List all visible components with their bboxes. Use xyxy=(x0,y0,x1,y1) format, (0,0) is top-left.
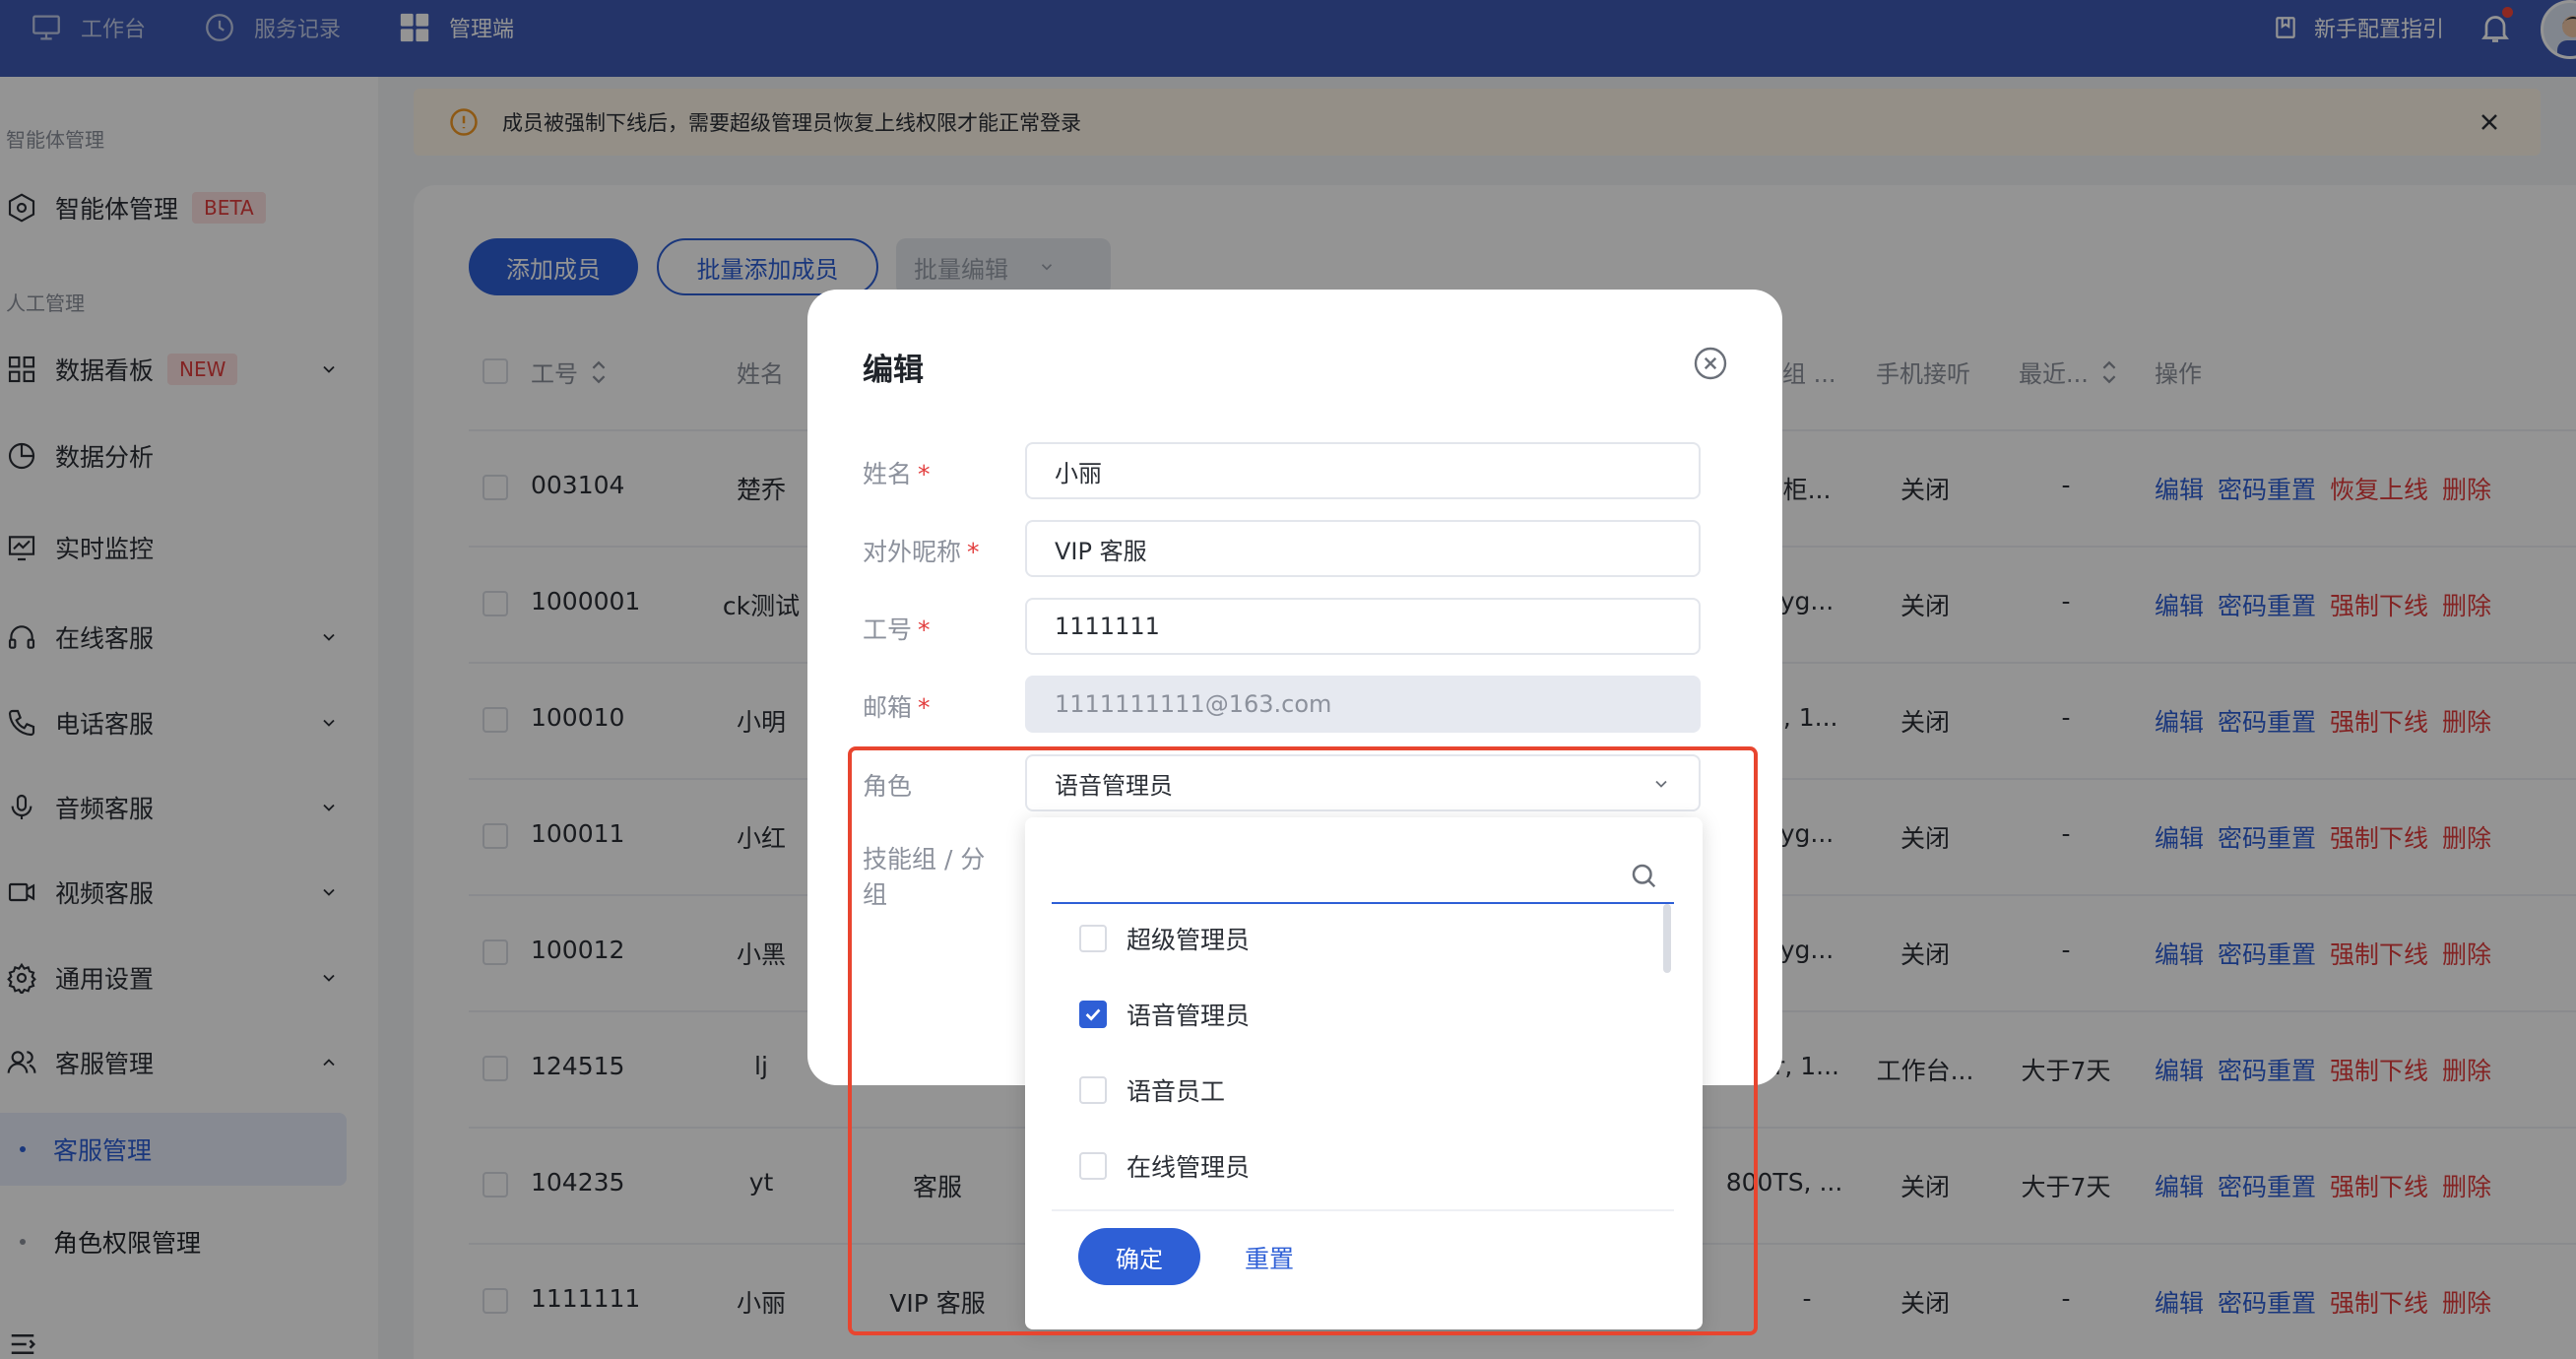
id-label: 工号 * xyxy=(863,615,931,644)
email-label: 邮箱 * xyxy=(863,693,931,722)
email-input: 1111111111@163.com xyxy=(1025,676,1701,733)
close-icon[interactable] xyxy=(1693,346,1728,381)
nickname-label: 对外昵称 * xyxy=(863,538,980,566)
highlight-box xyxy=(848,746,1758,1335)
name-input[interactable]: 小丽 xyxy=(1025,442,1701,499)
id-input[interactable]: 1111111 xyxy=(1025,598,1701,655)
modal-title: 编辑 xyxy=(863,353,924,388)
nickname-input[interactable]: VIP 客服 xyxy=(1025,520,1701,577)
name-label: 姓名 * xyxy=(863,460,931,488)
